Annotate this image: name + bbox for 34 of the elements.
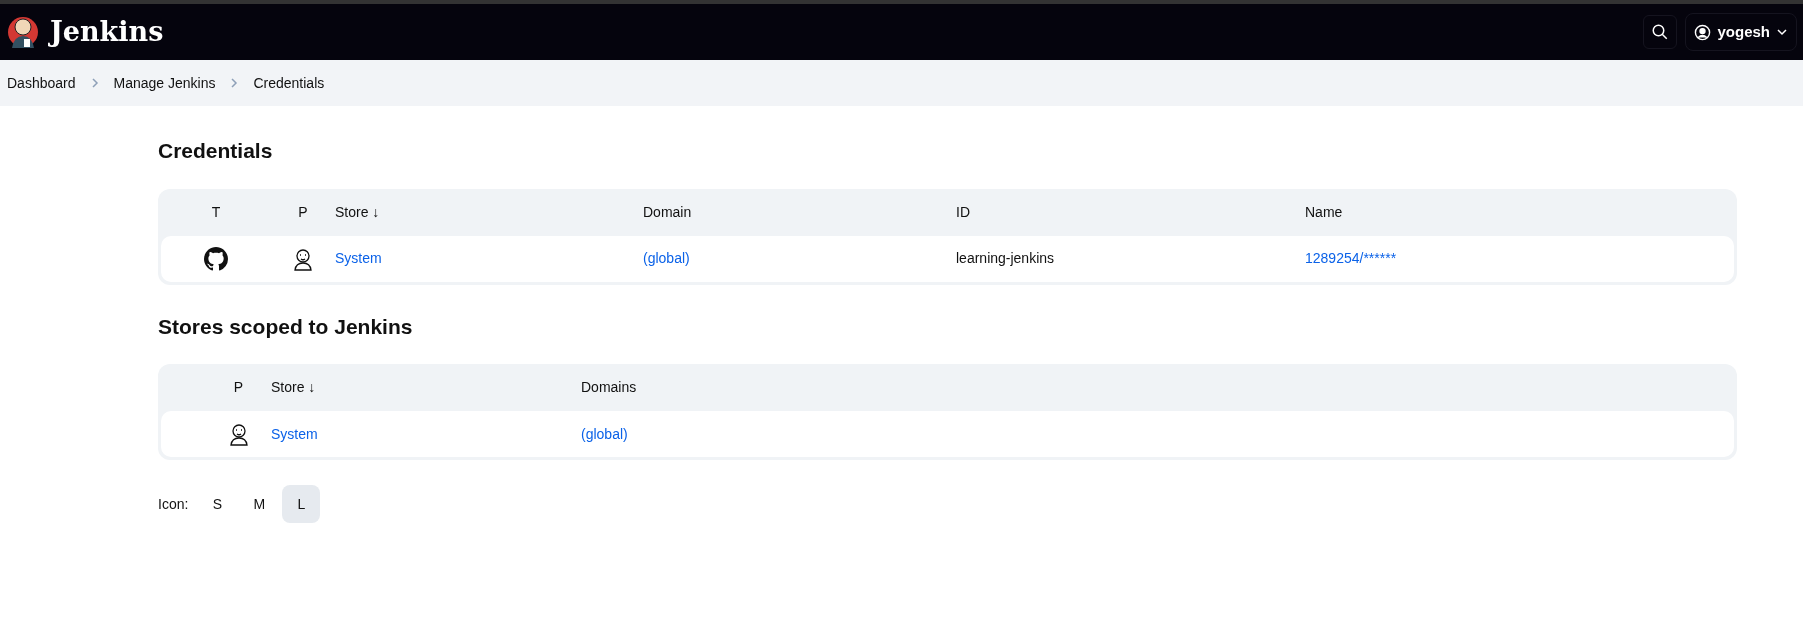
- caret-icon: [1776, 26, 1788, 38]
- breadcrumb-link[interactable]: Dashboard: [7, 72, 76, 94]
- icon-size-option[interactable]: L: [282, 485, 321, 523]
- search-button[interactable]: [1643, 15, 1678, 49]
- page-title: Credentials: [158, 138, 274, 164]
- column-header: ID: [956, 202, 971, 222]
- chevron-icon: [229, 78, 240, 88]
- table-cell-text: learning-jenkins: [956, 249, 1056, 268]
- icon-size-label: Icon:: [158, 494, 189, 514]
- user-icon: [1694, 23, 1712, 41]
- chevron-icon: [89, 78, 100, 88]
- breadcrumb-link[interactable]: Manage Jenkins: [113, 72, 216, 94]
- github-icon: [204, 246, 228, 271]
- domain-link[interactable]: (global): [581, 423, 1734, 445]
- butler-logo-icon: [6, 14, 40, 50]
- column-header: P: [297, 202, 309, 222]
- column-header: Domains: [581, 378, 638, 397]
- store-link[interactable]: System: [271, 423, 581, 445]
- column-header: Name: [1305, 202, 1344, 222]
- column-header[interactable]: Store ↓: [335, 201, 643, 223]
- column-header: P: [232, 378, 245, 397]
- user-menu-button[interactable]: yogesh: [1685, 13, 1797, 51]
- brand-name[interactable]: Jenkins: [50, 11, 164, 53]
- breadcrumb-link[interactable]: Credentials: [253, 72, 325, 94]
- search-icon: [1651, 23, 1670, 41]
- column-header: Domain: [643, 202, 693, 222]
- domain-link[interactable]: (global): [643, 248, 956, 269]
- credential-name-link[interactable]: 1289254/******: [1305, 248, 1734, 269]
- store-link[interactable]: System: [335, 248, 643, 269]
- column-header[interactable]: Store ↓: [271, 377, 581, 398]
- icon-size-option[interactable]: S: [198, 485, 237, 523]
- section-title: Stores scoped to Jenkins: [158, 313, 414, 340]
- icon-size-option[interactable]: M: [240, 485, 279, 523]
- column-header: T: [210, 202, 222, 222]
